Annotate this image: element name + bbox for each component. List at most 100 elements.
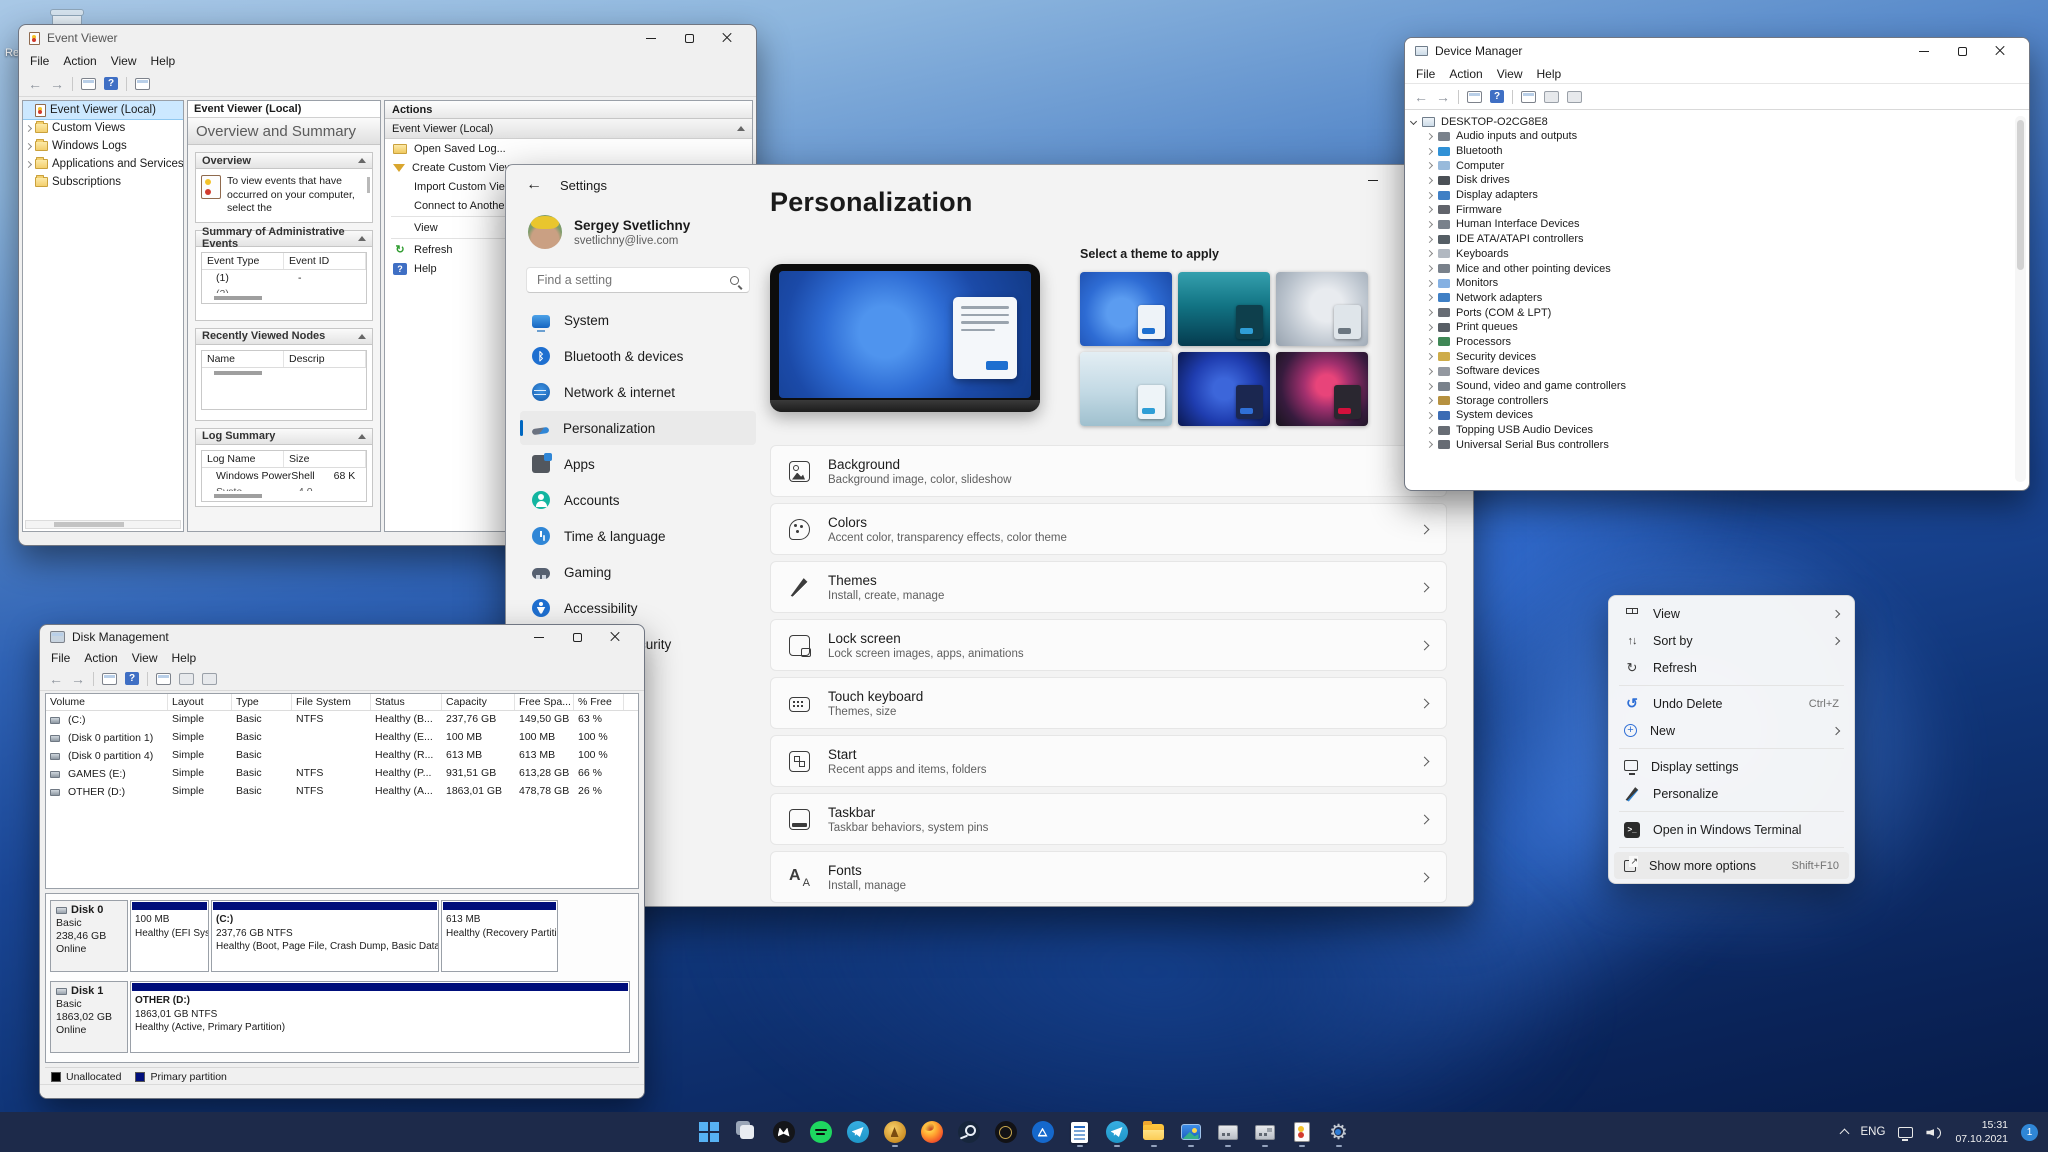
back-arrow-icon[interactable]: ← (49, 672, 63, 686)
volume-row-disk-0-partition-1[interactable]: (Disk 0 partition 1)SimpleBasicHealthy (… (46, 729, 638, 747)
expand-chevron-icon[interactable] (1426, 324, 1433, 331)
column-header-descrip[interactable]: Descrip (284, 351, 366, 367)
maximize-button[interactable] (558, 625, 596, 649)
computer-root-node[interactable]: DESKTOP-O2CG8E8 (1411, 114, 2027, 129)
menu-item-view[interactable]: View (104, 53, 144, 69)
properties-icon[interactable] (202, 673, 217, 685)
menu-item-action[interactable]: Action (77, 650, 124, 666)
maximize-button[interactable] (1943, 39, 1981, 63)
console-window-icon[interactable] (81, 78, 96, 90)
close-button[interactable] (596, 625, 634, 649)
forward-arrow-icon[interactable]: → (1436, 90, 1450, 104)
action-item-open-saved-log[interactable]: Open Saved Log... (385, 139, 752, 158)
menu-item-help[interactable]: Help (1530, 66, 1569, 82)
menu-item-view[interactable]: View (125, 650, 165, 666)
menu-item-help[interactable]: Help (165, 650, 204, 666)
device-category-display-adapters[interactable]: Display adapters (1411, 188, 2027, 203)
column-header-name[interactable]: Name (202, 351, 284, 367)
column-header-free[interactable]: % Free (574, 694, 624, 710)
partition[interactable]: 100 MBHealthy (EFI Syst (130, 900, 209, 972)
forward-arrow-icon[interactable]: → (50, 77, 64, 91)
settings-row-fonts[interactable]: FontsInstall, manage (770, 851, 1447, 903)
column-header-log-name[interactable]: Log Name (202, 451, 284, 467)
expand-chevron-icon[interactable] (1426, 412, 1433, 419)
vertical-scrollbar[interactable] (2015, 116, 2026, 482)
taskbar-icon-task-view[interactable] (734, 1116, 760, 1148)
vertical-scrollbar[interactable] (367, 177, 370, 193)
device-category-monitors[interactable]: Monitors (1411, 276, 2027, 291)
device-manager-titlebar[interactable]: Device Manager (1405, 38, 2029, 64)
volume-row-disk-0-partition-4[interactable]: (Disk 0 partition 4)SimpleBasicHealthy (… (46, 747, 638, 765)
tree-item-windows-logs[interactable]: Windows Logs (23, 137, 183, 155)
clock[interactable]: 15:31 07.10.2021 (1955, 1118, 2008, 1146)
network-icon[interactable] (1898, 1127, 1913, 1138)
device-category-security-devices[interactable]: Security devices (1411, 349, 2027, 364)
expand-chevron-icon[interactable] (25, 142, 32, 149)
taskbar-icon-settings-app[interactable]: ⚙ (1326, 1116, 1352, 1148)
column-header-free-spa[interactable]: Free Spa... (515, 694, 574, 710)
taskbar-icon-ring[interactable] (993, 1116, 1019, 1148)
device-category-human-interface-devices[interactable]: Human Interface Devices (1411, 217, 2027, 232)
expand-chevron-icon[interactable] (1426, 236, 1433, 243)
column-header-volume[interactable]: Volume (46, 694, 168, 710)
taskbar-icon-telegram[interactable] (845, 1116, 871, 1148)
expand-chevron-icon[interactable] (1426, 397, 1433, 404)
expand-chevron-icon[interactable] (1426, 294, 1433, 301)
disk-management-titlebar[interactable]: Disk Management (40, 625, 644, 649)
expand-chevron-icon[interactable] (1426, 353, 1433, 360)
settings-row-taskbar[interactable]: TaskbarTaskbar behaviors, system pins (770, 793, 1447, 845)
taskbar-icon-devmgr[interactable] (1215, 1116, 1241, 1148)
device-category-bluetooth[interactable]: Bluetooth (1411, 144, 2027, 159)
expand-chevron-icon[interactable] (1426, 382, 1433, 389)
taskbar-icon-spotify[interactable] (808, 1116, 834, 1148)
back-arrow-icon[interactable]: ← (1414, 90, 1428, 104)
console-window-icon[interactable] (156, 673, 171, 685)
theme-thumbnail-dark-bloom[interactable] (1178, 352, 1270, 426)
sidebar-item-gaming[interactable]: Gaming (520, 555, 756, 589)
device-category-system-devices[interactable]: System devices (1411, 408, 2027, 423)
volume-row-other-d[interactable]: OTHER (D:)SimpleBasicNTFSHealthy (A...18… (46, 783, 638, 801)
language-indicator[interactable]: ENG (1861, 1126, 1886, 1138)
disk-label[interactable]: Disk 1Basic1863,02 GBOnline (50, 981, 128, 1053)
device-category-processors[interactable]: Processors (1411, 335, 2027, 350)
menu-item-file[interactable]: File (1409, 66, 1442, 82)
taskbar-icon-steam[interactable] (956, 1116, 982, 1148)
maximize-button[interactable] (670, 26, 708, 50)
menu-item-help[interactable]: Help (144, 53, 183, 69)
taskbar-icon-firefox[interactable] (919, 1116, 945, 1148)
column-header-event-type[interactable]: Event Type (202, 253, 284, 269)
expand-chevron-icon[interactable] (1426, 250, 1433, 257)
context-menu-item-sort-by[interactable]: Sort by (1614, 627, 1849, 654)
device-category-universal-serial-bus-controllers[interactable]: Universal Serial Bus controllers (1411, 437, 2027, 452)
expand-chevron-icon[interactable] (1426, 221, 1433, 228)
theme-thumbnail-blue-bloom[interactable] (1080, 272, 1172, 346)
settings-row-lock-screen[interactable]: Lock screenLock screen images, apps, ani… (770, 619, 1447, 671)
expand-chevron-icon[interactable] (1426, 427, 1433, 434)
column-header-capacity[interactable]: Capacity (442, 694, 515, 710)
partition[interactable]: 613 MBHealthy (Recovery Partiti (441, 900, 558, 972)
device-category-network-adapters[interactable]: Network adapters (1411, 291, 2027, 306)
expand-chevron-icon[interactable] (1426, 368, 1433, 375)
device-category-ports-com-lpt[interactable]: Ports (COM & LPT) (1411, 305, 2027, 320)
settings-row-themes[interactable]: ThemesInstall, create, manage (770, 561, 1447, 613)
console-window-icon[interactable] (1467, 91, 1482, 103)
horizontal-scroll-thumb[interactable] (214, 371, 262, 375)
horizontal-scroll-thumb[interactable] (214, 494, 262, 498)
collapse-icon[interactable] (358, 334, 366, 339)
console-window-icon[interactable] (102, 673, 117, 685)
expand-chevron-icon[interactable] (25, 124, 32, 131)
volume-row-c[interactable]: (C:)SimpleBasicNTFSHealthy (B...237,76 G… (46, 711, 638, 729)
column-header-event-id[interactable]: Event ID (284, 253, 366, 269)
device-category-ide-ata-atapi-controllers[interactable]: IDE ATA/ATAPI controllers (1411, 232, 2027, 247)
event-viewer-titlebar[interactable]: Event Viewer (19, 25, 756, 51)
help-icon[interactable]: ? (104, 77, 118, 90)
context-menu-item-new[interactable]: New (1614, 717, 1849, 744)
expand-chevron-icon[interactable] (1426, 133, 1433, 140)
tree-item-custom-views[interactable]: Custom Views (23, 119, 183, 137)
sidebar-item-bluetooth-devices[interactable]: Bluetooth & devices (520, 339, 756, 373)
menu-item-action[interactable]: Action (1442, 66, 1489, 82)
column-header-size[interactable]: Size (284, 451, 366, 467)
device-category-software-devices[interactable]: Software devices (1411, 364, 2027, 379)
minimize-button[interactable] (520, 625, 558, 649)
settings-row-background[interactable]: BackgroundBackground image, color, slide… (770, 445, 1447, 497)
